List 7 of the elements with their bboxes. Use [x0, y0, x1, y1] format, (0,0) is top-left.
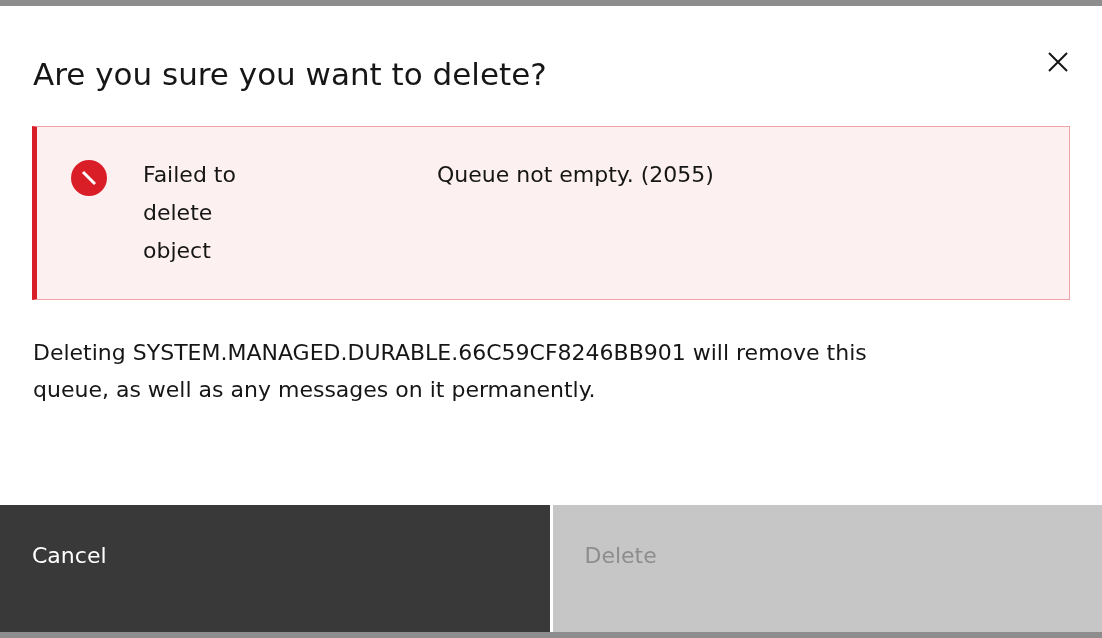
body-text: Deleting SYSTEM.MANAGED.DURABLE.66C59CF8246BB901 will remove this queue, as well as any messages on it permanently. — [33, 339, 868, 404]
notification-title: Failed to delete object — [143, 161, 237, 265]
notification-message: Queue not empty. (2055) — [437, 161, 714, 189]
error-icon — [71, 160, 107, 196]
close-icon — [1047, 51, 1069, 73]
dialog-title: Are you sure you want to delete? — [33, 55, 547, 94]
cancel-button[interactable]: Cancel — [0, 505, 550, 632]
